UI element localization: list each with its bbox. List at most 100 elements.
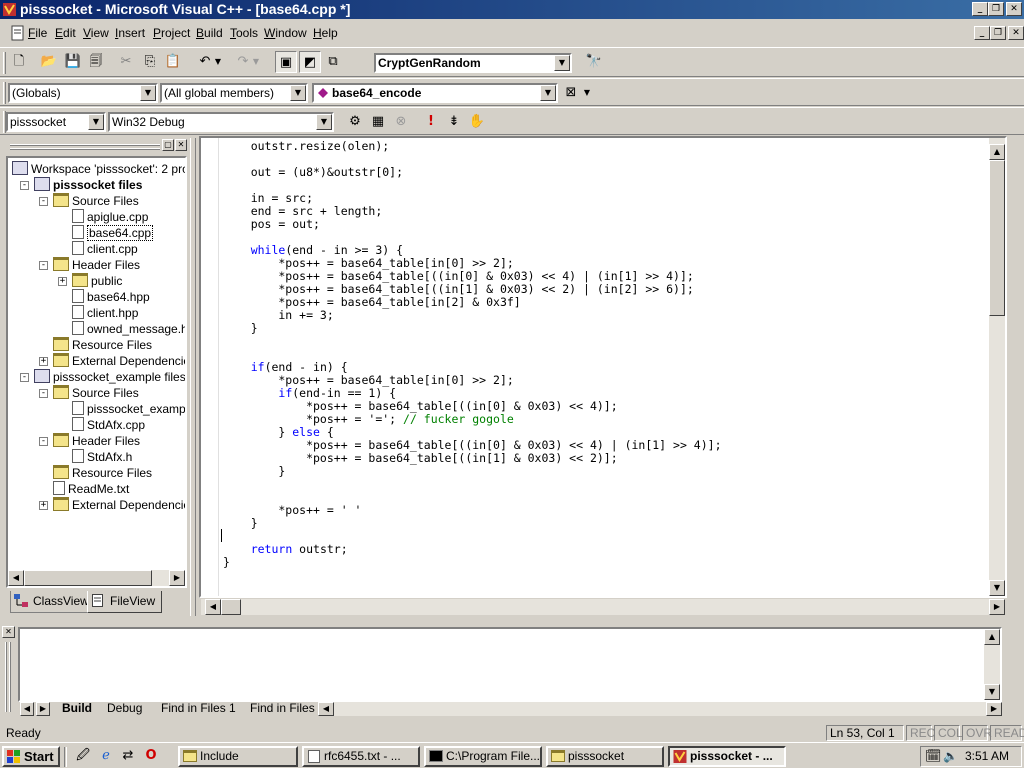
- scroll-right-icon[interactable]: ▶: [986, 702, 1002, 716]
- tree-item[interactable]: Source Files: [53, 193, 139, 209]
- collapse-icon[interactable]: -: [39, 389, 48, 398]
- chevron-down-icon[interactable]: ▼: [554, 55, 570, 71]
- members-combo[interactable]: (All global members) ▼: [160, 83, 308, 103]
- paste-icon[interactable]: 📋: [162, 51, 184, 73]
- start-button[interactable]: Start: [2, 746, 60, 767]
- tree-item[interactable]: External Dependencies: [53, 497, 185, 513]
- dock-toggle-button[interactable]: ▢: [162, 139, 174, 151]
- menu-window[interactable]: Window: [264, 26, 307, 40]
- find-in-files-icon[interactable]: 🔭: [583, 51, 605, 73]
- chevron-down-icon[interactable]: ▼: [316, 114, 332, 130]
- clock[interactable]: 3:51 AM: [965, 747, 1009, 766]
- menu-build[interactable]: Build: [196, 26, 223, 40]
- build-icon[interactable]: ▦: [367, 111, 389, 133]
- scroll-down-icon[interactable]: ▼: [984, 684, 1000, 700]
- menu-tools[interactable]: Tools: [230, 26, 258, 40]
- output-window[interactable]: ▲ ▼: [18, 627, 1002, 702]
- task-pisssocket-folder[interactable]: pisssocket: [546, 746, 664, 767]
- tree-item[interactable]: client.hpp: [72, 305, 138, 321]
- menu-view[interactable]: View: [83, 26, 109, 40]
- toolbar-grip[interactable]: [3, 52, 6, 74]
- tree-item[interactable]: public: [72, 273, 122, 289]
- tree-item[interactable]: Header Files: [53, 433, 140, 449]
- scheduler-icon[interactable]: 🗓: [925, 747, 942, 766]
- scroll-down-icon[interactable]: ▼: [989, 580, 1005, 596]
- tab-scroll-left-icon[interactable]: ◀: [20, 702, 34, 716]
- show-desktop-icon[interactable]: 🖉: [72, 745, 94, 767]
- menu-project[interactable]: Project: [153, 26, 190, 40]
- code-editor[interactable]: outstr.resize(olen); out = (u8*)&outstr[…: [199, 136, 1007, 598]
- workspace-window-icon[interactable]: ▣: [275, 51, 297, 73]
- tree-item[interactable]: Resource Files: [53, 337, 152, 353]
- tree-item[interactable]: apiglue.cpp: [72, 209, 148, 225]
- tree-item[interactable]: External Dependencies: [53, 353, 185, 369]
- scroll-left-icon[interactable]: ◀: [318, 702, 334, 716]
- scroll-thumb[interactable]: [24, 570, 152, 586]
- collapse-icon[interactable]: -: [39, 197, 48, 206]
- scroll-left-icon[interactable]: ◀: [205, 599, 221, 615]
- output-tab-find-in-files-1[interactable]: Find in Files 1: [161, 701, 236, 717]
- task-rfc6455[interactable]: rfc6455.txt - ...: [302, 746, 420, 767]
- stop-build-icon[interactable]: ⊗: [390, 111, 412, 133]
- tab-classview[interactable]: ClassView: [10, 591, 90, 613]
- internet-explorer-icon[interactable]: ℯ: [95, 745, 117, 767]
- chevron-down-icon[interactable]: ▼: [88, 114, 104, 130]
- output-vertical-scrollbar[interactable]: ▲ ▼: [984, 629, 1000, 700]
- output-tab-find-in-files-2[interactable]: Find in Files 2: [250, 701, 325, 717]
- new-text-file-icon[interactable]: 🗋: [8, 51, 30, 73]
- scroll-thumb[interactable]: [221, 599, 241, 615]
- scroll-right-icon[interactable]: ▶: [989, 599, 1005, 615]
- tree-item[interactable]: StdAfx.cpp: [72, 417, 145, 433]
- menu-edit[interactable]: Edit: [55, 26, 76, 40]
- task-visual-cpp[interactable]: pisssocket - ...: [668, 746, 786, 767]
- output-window-icon[interactable]: ◩: [299, 51, 321, 73]
- undo-dropdown-icon[interactable]: ▼: [212, 51, 224, 73]
- collapse-icon[interactable]: -: [20, 181, 29, 190]
- vertical-splitter[interactable]: [190, 138, 196, 616]
- scroll-up-icon[interactable]: ▲: [984, 629, 1000, 645]
- wizard-dropdown-icon[interactable]: ▼: [580, 82, 594, 104]
- network-icon[interactable]: ⇄: [117, 745, 139, 767]
- expand-icon[interactable]: +: [58, 277, 67, 286]
- project-combo[interactable]: pisssocket ▼: [6, 112, 106, 132]
- save-icon[interactable]: 💾: [62, 51, 84, 73]
- tree-item[interactable]: Workspace 'pisssocket': 2 proje: [12, 161, 185, 177]
- tree-item[interactable]: base64.cpp: [72, 225, 154, 241]
- tree-horizontal-scrollbar[interactable]: ◀ ▶: [8, 570, 185, 586]
- expand-icon[interactable]: +: [39, 357, 48, 366]
- tree-item[interactable]: StdAfx.h: [72, 449, 132, 465]
- scroll-right-icon[interactable]: ▶: [169, 570, 185, 586]
- menu-file[interactable]: File: [28, 26, 47, 40]
- chevron-down-icon[interactable]: ▼: [540, 85, 556, 101]
- tree-item[interactable]: pisssocket files: [34, 177, 142, 193]
- output-tab-build[interactable]: Build: [62, 701, 92, 717]
- tree-item[interactable]: client.cpp: [72, 241, 138, 257]
- open-folder-icon[interactable]: 📂: [38, 51, 60, 73]
- scope-combo[interactable]: (Globals) ▼: [8, 83, 158, 103]
- chevron-down-icon[interactable]: ▼: [290, 85, 306, 101]
- opera-icon[interactable]: O: [140, 745, 162, 767]
- editor-horizontal-scrollbar[interactable]: ◀ ▶: [201, 599, 1005, 615]
- title-bar[interactable]: pisssocket - Microsoft Visual C++ - [bas…: [0, 0, 1024, 19]
- tree-item[interactable]: Resource Files: [53, 465, 152, 481]
- menu-help[interactable]: Help: [313, 26, 338, 40]
- output-horizontal-scrollbar[interactable]: ◀ ▶: [318, 702, 1002, 716]
- task-program-files[interactable]: C:\Program File...: [424, 746, 542, 767]
- tab-fileview[interactable]: FileView: [87, 591, 163, 613]
- menu-insert[interactable]: Insert: [115, 26, 145, 40]
- window-list-icon[interactable]: ⧉: [322, 51, 344, 73]
- workspace-tree[interactable]: Workspace 'pisssocket': 2 proje - pisssock…: [6, 156, 187, 588]
- tree-item[interactable]: pisssocket_exampl: [72, 401, 185, 417]
- editor-horizontal-scrollbar[interactable]: [201, 596, 989, 598]
- close-button[interactable]: ✕: [1006, 2, 1022, 16]
- tree-item[interactable]: Header Files: [53, 257, 140, 273]
- task-include[interactable]: Include: [178, 746, 298, 767]
- scroll-thumb[interactable]: [989, 160, 1005, 316]
- collapse-icon[interactable]: -: [20, 373, 29, 382]
- go-debug-icon[interactable]: ⇟: [443, 111, 465, 133]
- workspace-caption[interactable]: ▢ ✕: [6, 139, 187, 154]
- scroll-up-icon[interactable]: ▲: [989, 144, 1005, 160]
- collapse-icon[interactable]: -: [39, 261, 48, 270]
- find-combo[interactable]: CryptGenRandom ▼: [374, 53, 572, 73]
- toolbar-grip[interactable]: [3, 82, 6, 104]
